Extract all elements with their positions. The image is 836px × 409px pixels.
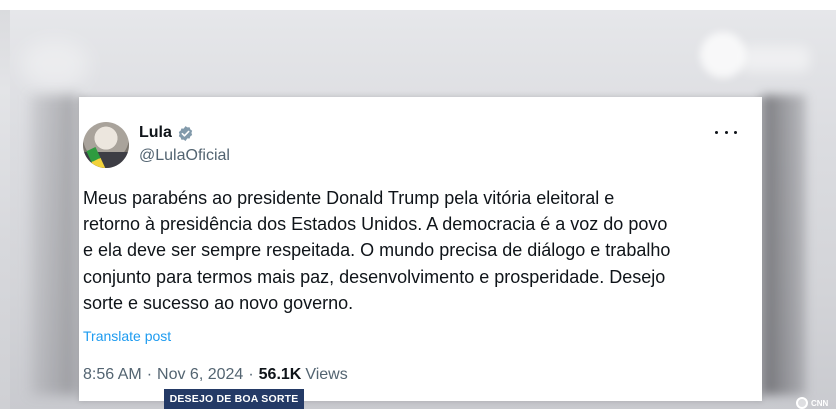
translate-post-link[interactable]: Translate post xyxy=(83,328,171,344)
views-label: Views xyxy=(305,366,348,383)
tweet-card: Lula @LulaOficial Meus parabéns ao presi… xyxy=(79,97,762,401)
author-row: Lula xyxy=(139,123,194,143)
more-dot xyxy=(724,130,728,134)
lower-third-caption: DESEJO DE BOA SORTE xyxy=(164,389,304,409)
channel-logo-icon xyxy=(796,397,808,409)
background-blur-left xyxy=(20,40,90,90)
more-dot xyxy=(715,130,718,134)
meta-separator: · xyxy=(146,366,153,383)
tweet-text: Meus parabéns ao presidente Donald Trump… xyxy=(83,185,753,316)
verified-badge-icon xyxy=(178,125,193,141)
background-light-bar xyxy=(740,46,810,72)
views-count: 56.1K xyxy=(258,366,302,383)
author-name[interactable]: Lula xyxy=(139,124,172,142)
channel-watermark: CNN xyxy=(796,397,828,409)
background-shadow-left xyxy=(30,95,78,395)
more-dot xyxy=(734,130,737,134)
meta-separator: · xyxy=(248,366,254,383)
more-options-icon[interactable] xyxy=(715,123,737,141)
tweet-meta: 8:56 AM · Nov 6, 2024 · 56.1K Views xyxy=(83,366,348,384)
tweet-text-line: sorte e sucesso ao novo governo. xyxy=(83,292,354,313)
author-handle[interactable]: @LulaOficial xyxy=(139,147,230,165)
tweet-text-line: conjunto para termos mais paz, desenvolv… xyxy=(83,266,666,287)
watermark-text: CNN xyxy=(811,398,829,408)
tweet-text-line: Meus parabéns ao presidente Donald Trump… xyxy=(83,188,615,208)
avatar[interactable] xyxy=(83,122,129,168)
background-shadow-right xyxy=(762,95,806,395)
frame-top-border xyxy=(0,0,836,10)
tweet-date[interactable]: Nov 6, 2024 xyxy=(157,366,243,384)
tweet-time[interactable]: 8:56 AM xyxy=(83,366,142,384)
tweet-text-line: e ela deve ser sempre respeitada. O mund… xyxy=(83,240,671,261)
tweet-text-line: retorno à presidência dos Estados Unidos… xyxy=(83,214,668,235)
lower-third-text: DESEJO DE BOA SORTE xyxy=(169,393,299,405)
